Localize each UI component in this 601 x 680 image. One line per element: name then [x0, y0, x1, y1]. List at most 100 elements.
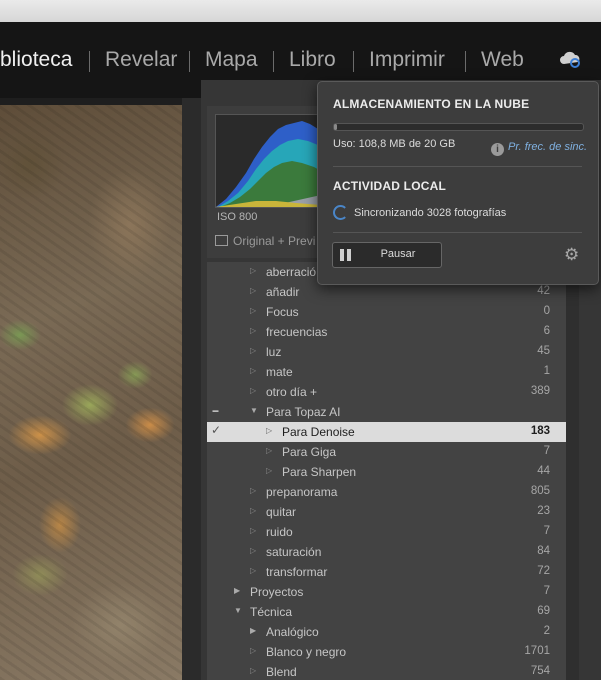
folder-count: 1701 — [524, 645, 550, 657]
folder-row[interactable]: ▼ Técnica 69 — [207, 602, 566, 622]
module-print[interactable]: Imprimir — [369, 48, 445, 72]
folder-count: 389 — [530, 385, 550, 397]
module-map[interactable]: Mapa — [205, 48, 258, 72]
folder-name: Focus — [266, 305, 299, 319]
expand-arrow-icon: ▷ — [266, 446, 273, 455]
pause-sync-button[interactable]: Pausar — [332, 242, 442, 268]
expand-arrow-icon: ▷ — [266, 466, 273, 475]
folder-count: 7 — [543, 585, 550, 597]
folder-row[interactable]: ▷ otro día + 389 — [207, 382, 566, 402]
folder-row[interactable]: ▷ quitar 23 — [207, 502, 566, 522]
folder-count: 1 — [543, 365, 550, 377]
sync-faq-label: Pr. frec. de sinc. — [508, 141, 588, 153]
expand-arrow-icon[interactable]: ▶ — [234, 586, 240, 595]
folder-count: 23 — [537, 505, 550, 517]
folder-name: Técnica — [250, 605, 293, 619]
folder-row[interactable]: ▶ Analógico 2 — [207, 622, 566, 642]
folder-row[interactable]: − ▼ Para Topaz AI — [207, 402, 566, 422]
collapse-arrow-icon[interactable]: ▼ — [234, 606, 242, 615]
folder-row[interactable]: ▷ Para Sharpen 44 — [207, 462, 566, 482]
module-separator — [353, 51, 354, 72]
histogram — [215, 114, 322, 208]
module-develop[interactable]: Revelar — [105, 48, 177, 72]
expand-arrow-icon[interactable]: ▶ — [250, 626, 256, 635]
folder-row[interactable]: ▷ Para Giga 7 — [207, 442, 566, 462]
cloud-storage-heading: ALMACENAMIENTO EN LA NUBE — [333, 97, 530, 111]
storage-usage-bar — [333, 123, 584, 131]
folder-count: 0 — [543, 305, 550, 317]
folder-name: mate — [266, 365, 293, 379]
sync-faq-link[interactable]: i Pr. frec. de sinc. — [491, 141, 587, 156]
folder-name: quitar — [266, 505, 297, 519]
folder-name: aberració — [266, 265, 317, 279]
target-collection-icon: ✓ — [211, 423, 222, 437]
spinner-icon — [333, 205, 348, 220]
remove-target-icon[interactable]: − — [212, 404, 219, 418]
folder-name: Para Sharpen — [282, 465, 357, 479]
expand-arrow-icon: ▷ — [250, 326, 257, 335]
module-separator — [273, 51, 274, 72]
cloud-sync-icon[interactable] — [558, 50, 582, 68]
cloud-sync-popover: ALMACENAMIENTO EN LA NUBE Uso: 108,8 MB … — [317, 81, 599, 285]
folder-row[interactable]: ▷ Blanco y negro 1701 — [207, 642, 566, 662]
expand-arrow-icon: ▷ — [250, 346, 257, 355]
expand-arrow-icon: ▷ — [250, 546, 257, 555]
module-separator — [465, 51, 466, 72]
folder-row[interactable]: ▷ ruido 7 — [207, 522, 566, 542]
folder-count: 45 — [537, 345, 550, 357]
folder-count: 754 — [530, 665, 550, 677]
folder-list-scrollbar[interactable] — [566, 262, 579, 680]
local-activity-heading: ACTIVIDAD LOCAL — [333, 179, 446, 193]
expand-arrow-icon: ▷ — [266, 426, 273, 435]
folder-count: 69 — [537, 605, 550, 617]
folder-name: Blanco y negro — [266, 645, 347, 659]
module-web[interactable]: Web — [481, 48, 524, 72]
folder-row[interactable]: ▷ Focus 0 — [207, 302, 566, 322]
sync-status-text: Sincronizando 3028 fotografías — [354, 207, 507, 219]
folder-row[interactable]: ▷ Blend 754 — [207, 662, 566, 680]
preview-status-label: Original + Previ — [233, 234, 316, 248]
folder-name: Para Giga — [282, 445, 337, 459]
folder-row[interactable]: ▷ añadir 42 — [207, 282, 566, 302]
folder-count: 42 — [537, 285, 550, 297]
folder-row[interactable]: ▷ luz 45 — [207, 342, 566, 362]
folder-count: 2 — [543, 625, 550, 637]
module-library[interactable]: blioteca — [0, 48, 72, 72]
folder-name: saturación — [266, 545, 322, 559]
folder-name: Para Denoise — [282, 425, 355, 439]
folder-row[interactable]: ▷ prepanorama 805 — [207, 482, 566, 502]
folder-row[interactable]: ✓ ▷ Para Denoise 183 — [207, 422, 566, 442]
folder-count: 805 — [530, 485, 550, 497]
module-separator — [189, 51, 190, 72]
iso-readout: ISO 800 — [217, 211, 258, 223]
module-book[interactable]: Libro — [289, 48, 336, 72]
expand-arrow-icon: ▷ — [250, 526, 257, 535]
folder-row[interactable]: ▷ mate 1 — [207, 362, 566, 382]
expand-arrow-icon: ▷ — [250, 286, 257, 295]
folder-row[interactable]: ▷ transformar 72 — [207, 562, 566, 582]
folder-name: otro día + — [266, 385, 318, 399]
window-titlebar — [0, 0, 601, 23]
folder-name: Analógico — [266, 625, 319, 639]
expand-arrow-icon: ▷ — [250, 486, 257, 495]
folder-list: ▷ aberració ▷ añadir 42 ▷ Focus 0 ▷ frecuencias 6 ▷… — [207, 262, 566, 680]
folder-count: 7 — [543, 525, 550, 537]
folder-count: 7 — [543, 445, 550, 457]
folder-name: Blend — [266, 665, 297, 679]
folder-name: frecuencias — [266, 325, 328, 339]
gear-icon[interactable]: ⚙ — [564, 246, 579, 263]
folder-row[interactable]: ▶ Proyectos 7 — [207, 582, 566, 602]
expand-arrow-icon: ▷ — [250, 506, 257, 515]
folder-row[interactable]: ▷ frecuencias 6 — [207, 322, 566, 342]
collapse-arrow-icon[interactable]: ▼ — [250, 406, 258, 415]
storage-usage-fill — [334, 124, 337, 130]
divider — [333, 166, 582, 167]
expand-arrow-icon: ▷ — [250, 266, 257, 275]
expand-arrow-icon: ▷ — [250, 646, 257, 655]
folder-name: prepanorama — [266, 485, 338, 499]
pause-button-label: Pausar — [380, 248, 416, 260]
module-separator — [89, 51, 90, 72]
preview-status: Original + Previ — [215, 234, 315, 248]
folder-row[interactable]: ▷ saturación 84 — [207, 542, 566, 562]
divider — [333, 232, 582, 233]
